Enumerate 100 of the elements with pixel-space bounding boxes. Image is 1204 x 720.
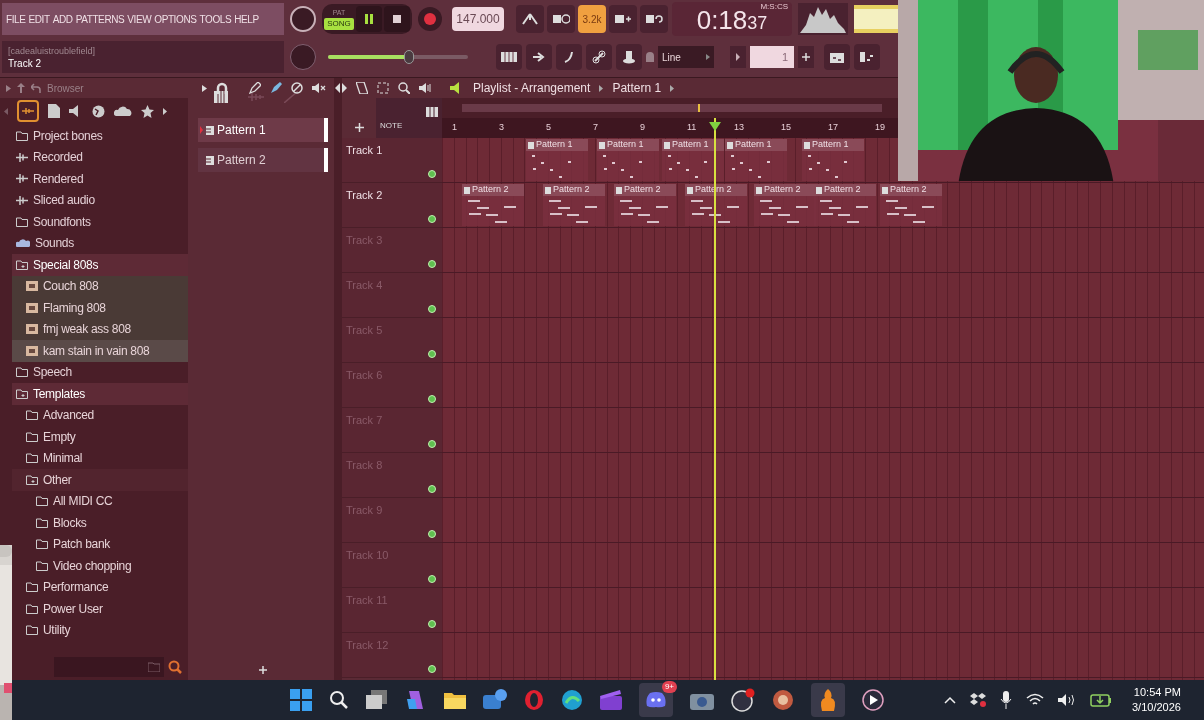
folder-icon[interactable] [444, 691, 466, 709]
piano-roll-button[interactable] [496, 44, 522, 70]
select-icon[interactable] [377, 82, 389, 94]
tree-item[interactable]: Templates [12, 383, 188, 405]
add-icon[interactable] [259, 666, 267, 674]
volume-icon[interactable] [1058, 693, 1076, 707]
pattern-clip[interactable]: Pattern 2 [754, 184, 816, 226]
tempo-field[interactable]: 147.000 [452, 7, 504, 31]
dropbox-icon[interactable] [970, 693, 986, 707]
file-icon[interactable] [48, 104, 60, 118]
tree-item[interactable]: Patch bank [12, 533, 188, 555]
track-enable-led[interactable] [428, 440, 436, 448]
waveform-icon[interactable] [248, 92, 264, 102]
mute-icon[interactable] [312, 82, 326, 94]
song-mode-toggle[interactable]: SONG [324, 18, 354, 31]
search-field[interactable] [54, 657, 164, 677]
tree-item[interactable]: All MIDI CC [12, 490, 188, 512]
pattern-clip[interactable]: Pattern 2 [614, 184, 676, 226]
track-enable-led[interactable] [428, 575, 436, 583]
menu-item[interactable]: PATTERNS [75, 11, 125, 27]
menu-item[interactable]: TOOLS [199, 11, 232, 27]
pattern-number-field[interactable]: 1 [750, 46, 794, 68]
menu-item[interactable]: VIEW [127, 11, 152, 27]
clapper-icon[interactable] [600, 690, 622, 710]
tree-item[interactable]: Video chopping [12, 555, 188, 577]
expand-icon[interactable] [202, 84, 207, 92]
clock-date[interactable]: 3/10/2026 [1132, 700, 1181, 715]
back-arrow-icon[interactable] [31, 83, 41, 93]
star-icon[interactable] [141, 104, 154, 118]
metronome-button[interactable] [516, 5, 544, 33]
clock-time[interactable]: 10:54 PM [1133, 685, 1181, 700]
cloud-icon[interactable] [114, 106, 132, 116]
tree-item[interactable]: Recorded [12, 146, 188, 168]
add-track-icon[interactable] [354, 123, 364, 132]
delete-icon[interactable] [291, 82, 303, 94]
zoom-icon[interactable] [398, 82, 410, 94]
pattern-list-item[interactable]: Pattern 1 [198, 118, 328, 142]
scroll-right-icon[interactable] [163, 107, 167, 115]
tree-item[interactable]: Sounds [12, 232, 188, 254]
track-enable-led[interactable] [428, 305, 436, 313]
track-enable-led[interactable] [428, 485, 436, 493]
discord-icon[interactable] [645, 692, 667, 708]
tree-item[interactable]: Empty [12, 426, 188, 448]
snap-dropdown[interactable]: Line [658, 46, 714, 68]
tree-item[interactable]: fmj weak ass 808 [12, 318, 188, 340]
task-view-icon[interactable] [366, 690, 388, 710]
pitch-knob-icon[interactable] [290, 44, 316, 70]
step-edit-button[interactable] [609, 5, 637, 33]
obs-icon[interactable] [731, 688, 755, 712]
tree-item[interactable]: Power User [12, 598, 188, 620]
record-button[interactable] [418, 7, 442, 31]
pause-button[interactable] [356, 6, 382, 32]
magnet-icon[interactable] [216, 82, 228, 94]
knob-icon[interactable] [290, 6, 316, 32]
tree-item[interactable]: Rendered [12, 168, 188, 190]
pattern-clip[interactable]: Pattern 1 [802, 139, 864, 181]
volume-thumb[interactable] [404, 50, 415, 64]
pattern-clip[interactable]: Pattern 2 [880, 184, 942, 226]
menu-item[interactable]: FILE [6, 11, 26, 27]
track-enable-led[interactable] [428, 665, 436, 673]
audio-tab-icon[interactable] [17, 100, 39, 122]
globe-icon[interactable] [92, 104, 105, 118]
pencil-icon[interactable] [249, 82, 261, 94]
arrow-button[interactable] [526, 44, 552, 70]
tree-item[interactable]: Other [12, 469, 188, 491]
edge-icon[interactable] [561, 689, 583, 711]
tree-item[interactable]: kam stain in vain 808 [12, 340, 188, 362]
windows-start-icon[interactable] [290, 689, 312, 711]
opera-icon[interactable] [524, 689, 544, 711]
tree-item[interactable]: Special 808s [12, 254, 188, 276]
track-header[interactable]: Track 1 [342, 138, 442, 183]
track-enable-led[interactable] [428, 350, 436, 358]
tree-item[interactable]: Utility [12, 619, 188, 641]
pattern-clip[interactable]: Pattern 2 [543, 184, 605, 226]
pattern-clip[interactable]: Pattern 1 [725, 139, 787, 181]
slice-icon[interactable] [356, 82, 368, 94]
pattern-selector[interactable]: Pattern 1 [612, 79, 662, 97]
loop-record-button[interactable] [640, 5, 668, 33]
tree-item[interactable]: Soundfonts [12, 211, 188, 233]
menu-item[interactable]: OPTIONS [154, 11, 197, 27]
curve-button[interactable] [556, 44, 582, 70]
add-pattern-button[interactable] [798, 46, 814, 68]
app-icon[interactable] [772, 689, 794, 711]
playhead-marker-icon[interactable] [709, 122, 721, 131]
menu-item[interactable]: EDIT [28, 11, 50, 27]
link-button[interactable] [586, 44, 612, 70]
tree-item[interactable]: Sliced audio [12, 189, 188, 211]
tree-item[interactable]: Minimal [12, 447, 188, 469]
stop-button[interactable] [384, 6, 410, 32]
tree-item[interactable]: Performance [12, 576, 188, 598]
previous-pattern-button[interactable] [730, 46, 746, 68]
tree-item[interactable]: Advanced [12, 404, 188, 426]
tree-item[interactable]: Speech [12, 361, 188, 383]
automation-icon[interactable] [284, 91, 298, 103]
up-arrow-icon[interactable] [17, 83, 25, 93]
microphone-icon[interactable] [1000, 691, 1012, 709]
pattern-clip[interactable]: Pattern 1 [526, 139, 588, 181]
wifi-icon[interactable] [1026, 693, 1044, 707]
pattern-clip[interactable]: Pattern 1 [597, 139, 659, 181]
menu-item[interactable]: HELP [234, 11, 259, 27]
